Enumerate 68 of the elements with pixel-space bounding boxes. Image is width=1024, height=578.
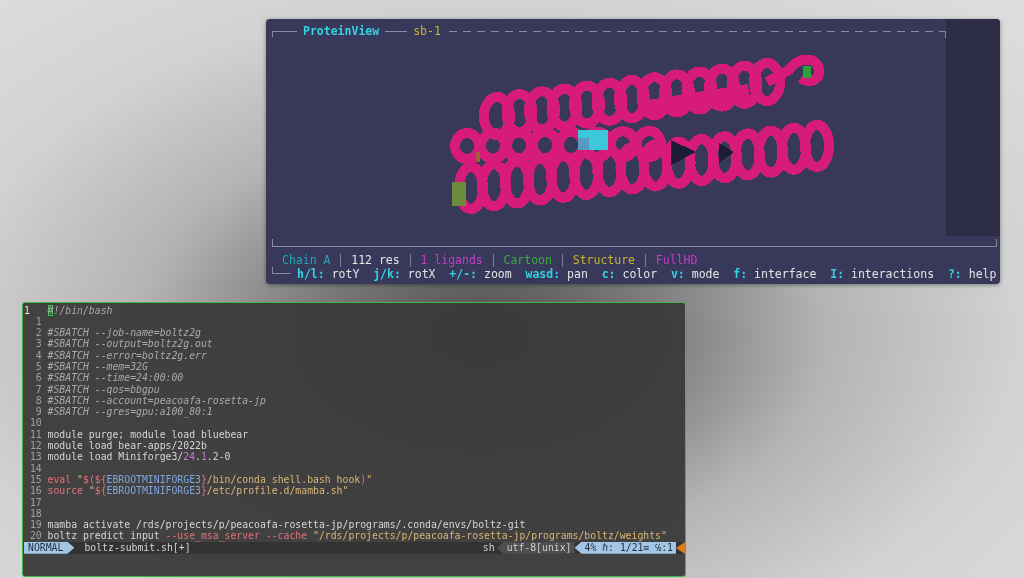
code-line: boltz predict input --use_msa_server --cache "/rds/projects/p/peacoafa-rosetta-jp/programs/boltz/weights" xyxy=(47,530,667,542)
line-number: 3 xyxy=(34,338,43,350)
shortcut-key: wasd: xyxy=(525,267,561,281)
code-line: module load bear-apps/2022b xyxy=(47,440,207,452)
line-number: 17 xyxy=(28,496,43,508)
shortcut-key: f: xyxy=(733,267,748,281)
shortcut-key: h/l: xyxy=(297,267,325,281)
shortcut-key: v: xyxy=(670,267,685,281)
code-line: #SBATCH --account=peacoafa-rosetta-jp xyxy=(47,394,266,407)
shortcut-key: c: xyxy=(601,267,616,281)
line-number: 1 xyxy=(24,304,31,316)
session-name: sb-1 xyxy=(413,23,441,40)
code-line: #SBATCH --mem=32G xyxy=(47,361,148,373)
line-number: 9 xyxy=(34,406,43,418)
line-number: 18 xyxy=(28,507,43,520)
line-number: 19 xyxy=(28,519,43,531)
code-line: #SBATCH --gres=gpu:a100_80:1 xyxy=(47,406,213,418)
triangle-marker-icon xyxy=(676,541,685,554)
shortcut-action: pan xyxy=(567,267,588,281)
line-number: 8 xyxy=(34,394,43,407)
shortcut-action: mode xyxy=(691,267,720,281)
shortcut-action: interactions xyxy=(851,267,935,281)
code-line: #SBATCH --output=boltz2g.out xyxy=(47,338,213,350)
line-number: 7 xyxy=(34,383,43,395)
shortcut-action: zoom xyxy=(483,267,512,281)
app-title: ProteinView xyxy=(303,23,380,40)
code-line: #SBATCH --error=boltz2g.err xyxy=(47,349,207,361)
shortcut-key: j/k: xyxy=(373,267,401,281)
line-number: 11 xyxy=(28,428,43,441)
status-item: FullHD xyxy=(655,253,698,267)
shortcut-action: color xyxy=(622,267,658,281)
shortcut-key: ?: xyxy=(947,267,962,281)
line-number: 1 xyxy=(34,315,43,328)
file-name: boltz-submit.sh[+] xyxy=(84,541,191,554)
status-item: 1 ligands xyxy=(420,253,483,267)
code-line: #SBATCH --job-name=boltz2g xyxy=(47,327,201,339)
code-line: #SBATCH --qos=bbgpu xyxy=(47,383,160,395)
line-number: 20 xyxy=(28,530,43,542)
shortcut-action: interface xyxy=(754,267,817,281)
shortcut-action: rotX xyxy=(407,267,436,281)
code-line: source "${EBROOTMINIFORGE3}/etc/profile.d/mamba.sh" xyxy=(47,485,349,497)
line-number: 6 xyxy=(34,372,43,384)
shortcut-key: +/-: xyxy=(449,267,478,281)
line-number: 14 xyxy=(28,462,43,474)
line-number: 2 xyxy=(34,327,43,339)
mode-indicator: NORMAL xyxy=(24,541,75,554)
line-number: 4 xyxy=(34,349,43,361)
line-number: 10 xyxy=(28,417,43,429)
status-item: Cartoon xyxy=(503,253,552,267)
code-line: module purge; module load bluebear xyxy=(47,428,249,441)
file-encoding: utf-8[unix] xyxy=(496,541,575,554)
shortcut-action: help xyxy=(968,267,997,281)
status-item: Structure xyxy=(572,253,636,267)
line-number: 16 xyxy=(28,485,43,497)
shortcut-action: rotY xyxy=(331,267,360,281)
cursor-position: 4% ℏ: 1/21≡ ℅:1 xyxy=(574,541,676,554)
code-line: #SBATCH --time=24:00:00 xyxy=(47,372,184,384)
status-item: Chain A xyxy=(282,253,331,267)
status-item: 112 res xyxy=(351,253,400,267)
line-number: 12 xyxy=(28,440,43,452)
line-number: 15 xyxy=(28,473,43,486)
code-line: mamba activate /rds/projects/p/peacoafa-rosetta-jp/programs/.conda/envs/boltz-git xyxy=(47,519,526,531)
line-number: 5 xyxy=(34,361,43,373)
line-number: 13 xyxy=(28,451,43,463)
shortcut-key: I: xyxy=(830,267,845,281)
file-type: sh xyxy=(482,541,496,554)
code-line: eval "$(${EBROOTMINIFORGE3}/bin/conda shell.bash hook)" xyxy=(47,473,373,486)
code-line: module load Miniforge3/24.1.2-0 xyxy=(47,451,231,463)
